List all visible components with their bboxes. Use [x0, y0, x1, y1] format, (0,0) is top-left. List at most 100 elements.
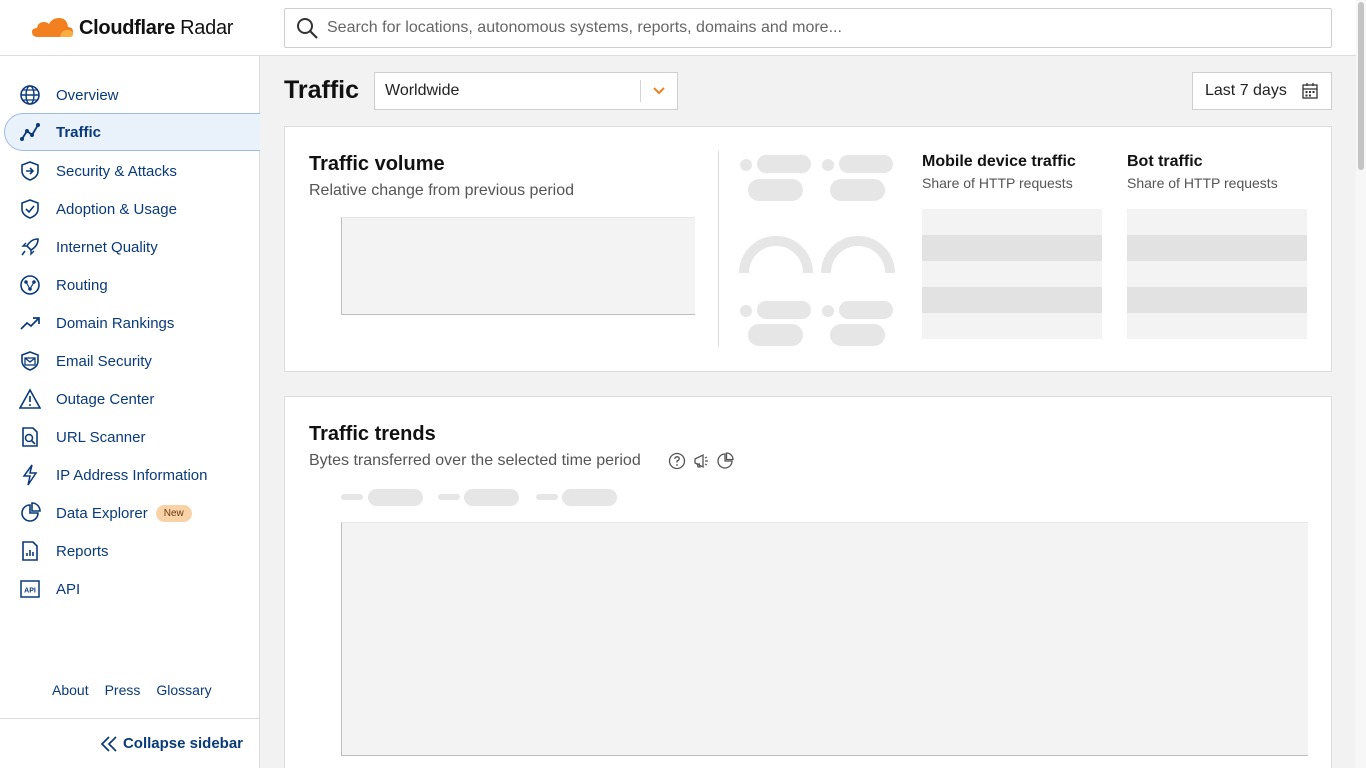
skeleton-dot: [822, 305, 834, 317]
location-select[interactable]: Worldwide: [374, 72, 678, 110]
sidebar-item-label: Traffic: [56, 123, 102, 141]
skeleton-legend-line: [341, 494, 363, 500]
sidebar-item-adoption-usage[interactable]: Adoption & Usage: [4, 190, 260, 228]
card-divider: [718, 151, 719, 347]
search-input[interactable]: [327, 19, 1307, 37]
skeleton-bar: [1127, 287, 1307, 313]
shield-check-icon: [19, 198, 41, 220]
traffic-volume-subtitle: Relative change from previous period: [309, 182, 575, 199]
logo-text: Cloudflare Radar: [79, 17, 233, 40]
announcement-icon[interactable]: [692, 452, 710, 470]
press-link[interactable]: Press: [105, 682, 141, 698]
sidebar-item-label: URL Scanner: [56, 428, 146, 446]
cloudflare-radar-logo[interactable]: Cloudflare Radar: [30, 14, 233, 42]
cloudflare-cloud-icon: [32, 18, 73, 37]
pie-chart-icon[interactable]: [716, 452, 734, 470]
sidebar-item-reports[interactable]: Reports: [4, 532, 260, 570]
traffic-trends-card: Traffic trends Bytes transferred over th…: [284, 396, 1332, 768]
sidebar: Overview Traffic Security & Attacks Adop…: [0, 56, 260, 768]
skeleton-pill: [839, 155, 893, 173]
skeleton-legend-pill: [368, 489, 423, 506]
global-search[interactable]: [284, 8, 1332, 48]
sidebar-item-data-explorer[interactable]: Data Explorer New: [4, 494, 260, 532]
sidebar-item-label: Security & Attacks: [56, 162, 177, 180]
sidebar-item-outage-center[interactable]: Outage Center: [4, 380, 260, 418]
sidebar-item-overview[interactable]: Overview: [4, 76, 260, 114]
calendar-icon: [1302, 83, 1318, 99]
svg-text:API: API: [24, 588, 36, 595]
bolt-icon: [19, 464, 41, 486]
warning-icon: [19, 388, 41, 410]
email-shield-icon: [19, 350, 41, 372]
skeleton-gauge: [821, 236, 895, 273]
sidebar-item-email-security[interactable]: Email Security: [4, 342, 260, 380]
help-icon[interactable]: [668, 452, 686, 470]
traffic-volume-title: Traffic volume: [309, 153, 445, 175]
sidebar-item-label: Data Explorer: [56, 504, 148, 522]
mobile-traffic-title: Mobile device traffic: [922, 153, 1076, 170]
double-chevron-left-icon: [100, 735, 117, 752]
skeleton-bar: [922, 287, 1102, 313]
sidebar-item-routing[interactable]: Routing: [4, 266, 260, 304]
sidebar-item-label: Overview: [56, 86, 119, 104]
sidebar-item-api[interactable]: API API: [4, 570, 260, 608]
new-badge: New: [155, 504, 192, 522]
sidebar-item-ip-address-information[interactable]: IP Address Information: [4, 456, 260, 494]
page-title: Traffic: [284, 76, 360, 104]
date-range-select[interactable]: Last 7 days: [1192, 72, 1332, 110]
sidebar-item-traffic[interactable]: Traffic: [4, 113, 260, 151]
location-value: Worldwide: [385, 82, 460, 99]
sidebar-item-label: Outage Center: [56, 390, 155, 408]
sidebar-item-url-scanner[interactable]: URL Scanner: [4, 418, 260, 456]
skeleton-gauge: [739, 236, 813, 273]
sidebar-footer-links: About Press Glossary: [52, 682, 212, 698]
api-icon: API: [19, 578, 41, 600]
skeleton-pill: [839, 301, 893, 319]
bot-traffic-chart-placeholder: [1127, 209, 1307, 339]
page-scrollbar[interactable]: [1356, 0, 1366, 768]
skeleton-pill: [830, 179, 885, 201]
sidebar-item-domain-rankings[interactable]: Domain Rankings: [4, 304, 260, 342]
trend-up-icon: [19, 312, 41, 334]
sidebar-item-label: Routing: [56, 276, 108, 294]
glossary-link[interactable]: Glossary: [156, 682, 211, 698]
chevron-down-icon[interactable]: [641, 84, 677, 98]
shield-arrow-icon: [19, 160, 41, 182]
rocket-icon: [19, 236, 41, 258]
sidebar-item-label: Adoption & Usage: [56, 200, 177, 218]
sidebar-item-label: API: [56, 580, 81, 598]
collapse-sidebar-button[interactable]: Collapse sidebar: [0, 718, 259, 768]
top-header: Cloudflare Radar: [0, 0, 1356, 56]
scrollbar-thumb[interactable]: [1358, 2, 1364, 170]
sidebar-item-internet-quality[interactable]: Internet Quality: [4, 228, 260, 266]
routing-icon: [19, 274, 41, 296]
sidebar-item-label: Domain Rankings: [56, 314, 175, 332]
pie-icon: [19, 502, 41, 524]
date-range-value: Last 7 days: [1205, 82, 1287, 99]
trends-action-icons: [668, 452, 734, 470]
mobile-traffic-chart-placeholder: [922, 209, 1102, 339]
globe-icon: [19, 84, 41, 106]
bot-traffic-title: Bot traffic: [1127, 153, 1203, 170]
sidebar-item-security-attacks[interactable]: Security & Attacks: [4, 152, 260, 190]
skeleton-pill: [757, 301, 811, 319]
skeleton-dot: [740, 159, 752, 171]
doc-search-icon: [19, 426, 41, 448]
sidebar-item-label: Email Security: [56, 352, 152, 370]
search-icon: [297, 18, 318, 39]
skeleton-legend-pill: [464, 489, 519, 506]
traffic-trends-subtitle: Bytes transferred over the selected time…: [309, 452, 641, 469]
traffic-trends-title: Traffic trends: [309, 423, 436, 445]
skeleton-bar: [1127, 235, 1307, 261]
skeleton-legend-line: [438, 494, 460, 500]
about-link[interactable]: About: [52, 682, 89, 698]
bot-traffic-subtitle: Share of HTTP requests: [1127, 175, 1278, 191]
collapse-sidebar-label: Collapse sidebar: [122, 735, 243, 752]
skeleton-dot: [822, 159, 834, 171]
traffic-chart-icon: [19, 121, 41, 143]
skeleton-bar: [922, 235, 1102, 261]
mobile-traffic-subtitle: Share of HTTP requests: [922, 175, 1073, 191]
skeleton-pill: [830, 324, 885, 346]
skeleton-pill: [748, 179, 803, 201]
skeleton-pill: [748, 324, 803, 346]
